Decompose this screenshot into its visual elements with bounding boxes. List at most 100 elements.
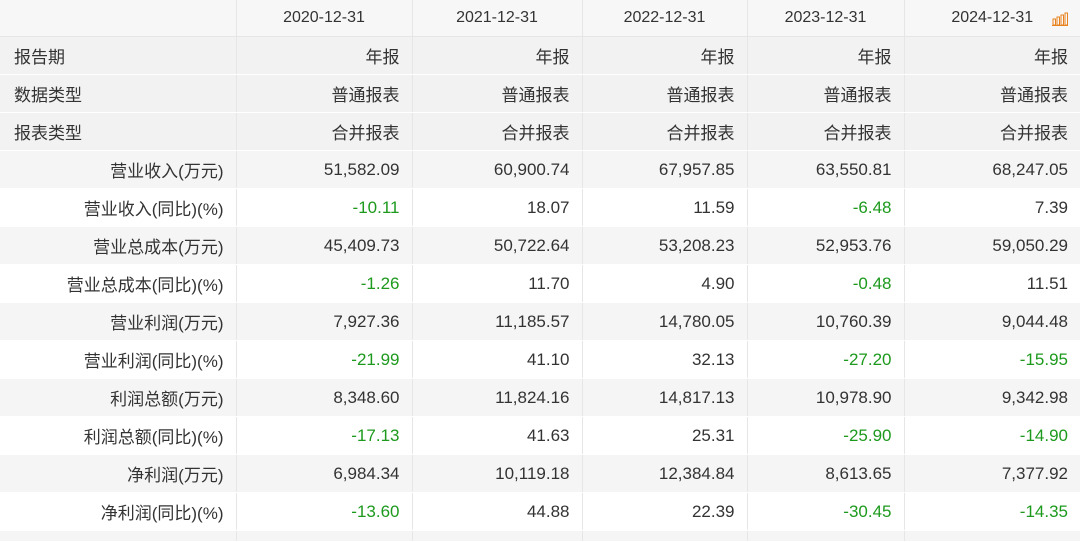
table-cell: 普通报表	[235, 74, 412, 113]
table-cell: 14,817.13	[581, 378, 747, 417]
table-cell	[581, 530, 747, 542]
row-label: 净利润(同比)(%)	[0, 12, 1068, 531]
row-label: 营业利润(同比)(%)	[0, 12, 1068, 379]
table-cell: 7,377.92	[903, 454, 1080, 493]
row-label-text: 营业利润(同比)(%)	[83, 352, 224, 371]
row-label-text: 营业收入(万元)	[110, 162, 224, 181]
column-header[interactable]: 2020-12-31	[235, 0, 412, 37]
table-row[interactable]: 利润总额(万元) 8,348.60 11,824.16 14,817.13 10,97…	[0, 12, 1080, 417]
table-cell: 9,342.98	[903, 378, 1080, 417]
table-cell: 合并报表	[235, 112, 412, 151]
table-row[interactable]: 营业利润(万元) 7,927.36 11,185.57 14,780.05 10,76…	[0, 12, 1080, 341]
table-cell: 11.70	[411, 264, 582, 303]
table-cell: -21.99	[235, 340, 412, 379]
table-row[interactable]: 营业收入(同比)(%) -10.11 18.07 11.59 -6.48 7.39	[0, 12, 1080, 227]
table-cell: -6.48	[746, 188, 904, 227]
table-cell: 50,722.64	[411, 226, 582, 265]
column-header[interactable]: 2023-12-31	[746, 0, 904, 37]
table-cell: 59,050.29	[903, 226, 1080, 265]
table-row[interactable]: 净利润(同比)(%) -13.60 44.88 22.39 -30.45 -14.35	[0, 12, 1080, 531]
table-cell	[411, 530, 582, 542]
table-cell: 8,348.60	[235, 378, 412, 417]
column-header[interactable]: 2022-12-31	[581, 0, 747, 37]
table-cell: -14.90	[903, 416, 1080, 455]
table-cell: 22.39	[581, 492, 747, 531]
table-cell: 14,780.05	[581, 302, 747, 341]
table-cell: 年报	[903, 36, 1080, 75]
table-cell: 53,208.23	[581, 226, 747, 265]
table-cell: 普通报表	[746, 74, 904, 113]
table-cell: 11,824.16	[411, 378, 582, 417]
table-row[interactable]: 利润总额(同比)(%) -17.13 41.63 25.31 -25.90 -14.90	[0, 12, 1080, 455]
table-row[interactable]: 净利润(万元) 6,984.34 10,119.18 12,384.84 8,613.…	[0, 12, 1080, 493]
table-cell: 10,978.90	[746, 378, 904, 417]
table-cell: 10,119.18	[411, 454, 582, 493]
row-label: 数据类型	[0, 74, 236, 113]
table-cell: 合并报表	[903, 112, 1080, 151]
table-cell: 44.88	[411, 492, 582, 531]
row-label-text: 净利润(同比)(%)	[100, 504, 224, 523]
row-label-text: 利润总额(同比)(%)	[83, 428, 224, 447]
row-label-text: 营业总成本(万元)	[93, 238, 224, 257]
table-cell: 年报	[411, 36, 582, 75]
table-cell: -13.60	[235, 492, 412, 531]
row-label: 营业利润(万元)	[0, 12, 1068, 341]
table-cell: 10,760.39	[746, 302, 904, 341]
table-cell: 年报	[581, 36, 747, 75]
table-cell: 32.13	[581, 340, 747, 379]
meta-section: 报告期 年报 年报 年报 年报 年报 数据类型 普通报表 普通报表 普通报表 普通报表 普通报表 报表类…	[0, 36, 1080, 151]
table-row-partial	[0, 530, 1080, 542]
table-cell: 12,384.84	[581, 454, 747, 493]
table-cell: 63,550.81	[746, 150, 904, 189]
table-cell: 7.39	[903, 188, 1080, 227]
table-cell: 52,953.76	[746, 226, 904, 265]
table-cell: 9,044.48	[903, 302, 1080, 341]
table-cell: 45,409.73	[235, 226, 412, 265]
row-label-text: 营业利润(万元)	[110, 314, 224, 333]
table-cell: 68,247.05	[903, 150, 1080, 189]
table-cell: 普通报表	[411, 74, 582, 113]
table-cell: 11.59	[581, 188, 747, 227]
row-label: 净利润(万元)	[0, 12, 1068, 493]
column-header[interactable]: 2021-12-31	[411, 0, 582, 37]
row-label: 营业总成本(万元)	[0, 12, 1068, 265]
row-label: 营业总成本(同比)(%)	[0, 12, 1068, 303]
row-label: 利润总额(同比)(%)	[0, 12, 1068, 455]
table-cell: 51,582.09	[235, 150, 412, 189]
table-cell: -25.90	[746, 416, 904, 455]
table-cell	[235, 530, 412, 542]
table-row[interactable]: 营业总成本(同比)(%) -1.26 11.70 4.90 -0.48 11.51	[0, 12, 1080, 303]
table-row[interactable]: 营业总成本(万元) 45,409.73 50,722.64 53,208.23 52,…	[0, 12, 1080, 265]
table-cell: 11,185.57	[411, 302, 582, 341]
row-label-text: 营业收入(同比)(%)	[83, 200, 224, 219]
row-label: 利润总额(万元)	[0, 12, 1068, 417]
table-cell: 41.10	[411, 340, 582, 379]
row-label: 营业收入(万元)	[0, 12, 1068, 189]
row-label-text: 利润总额(万元)	[110, 390, 224, 409]
header-corner	[0, 0, 236, 37]
table-cell: 4.90	[581, 264, 747, 303]
table-cell: 年报	[746, 36, 904, 75]
table-cell: -14.35	[903, 492, 1080, 531]
table-cell: -17.13	[235, 416, 412, 455]
table-cell: 合并报表	[581, 112, 747, 151]
table-cell: 普通报表	[581, 74, 747, 113]
table-cell: 11.51	[903, 264, 1080, 303]
table-row[interactable]: 营业收入(万元) 51,582.09 60,900.74 67,957.85 63,5…	[0, 12, 1080, 189]
financial-table: 2020-12-31 2021-12-31 2022-12-31 2023-12…	[0, 0, 1080, 542]
row-label: 报表类型	[0, 112, 236, 151]
header-row: 2020-12-31 2021-12-31 2022-12-31 2023-12…	[0, 0, 1080, 37]
table-cell: 年报	[235, 36, 412, 75]
table-cell: 6,984.34	[235, 454, 412, 493]
table-cell	[0, 530, 236, 542]
meta-row: 数据类型 普通报表 普通报表 普通报表 普通报表 普通报表	[0, 74, 1080, 113]
table-cell: 25.31	[581, 416, 747, 455]
meta-row: 报表类型 合并报表 合并报表 合并报表 合并报表 合并报表	[0, 112, 1080, 151]
table-cell: 7,927.36	[235, 302, 412, 341]
table-cell: 普通报表	[903, 74, 1080, 113]
table-cell: 合并报表	[746, 112, 904, 151]
table-row[interactable]: 营业利润(同比)(%) -21.99 41.10 32.13 -27.20 -15.95	[0, 12, 1080, 379]
table-cell: -1.26	[235, 264, 412, 303]
table-cell: -15.95	[903, 340, 1080, 379]
meta-row: 报告期 年报 年报 年报 年报 年报	[0, 36, 1080, 75]
